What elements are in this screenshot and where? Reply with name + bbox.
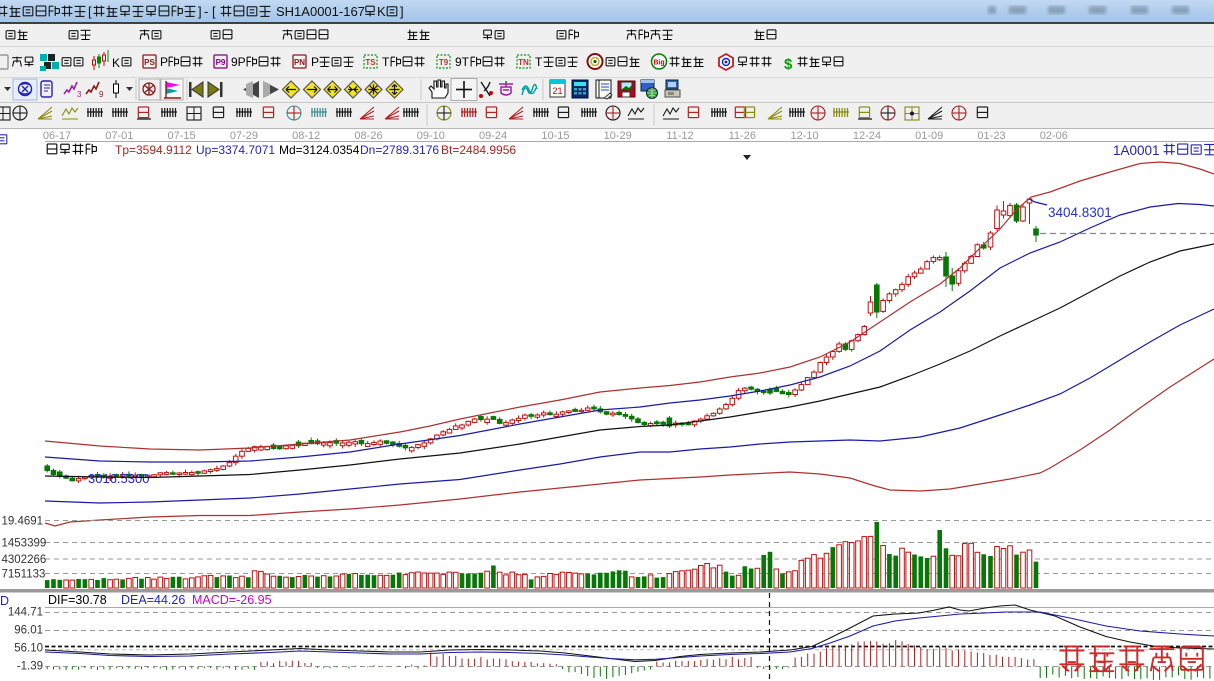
svg-text:07-01: 07-01: [105, 130, 133, 142]
svg-text:07-15: 07-15: [168, 130, 196, 142]
svg-text:1A0001: 1A0001: [1113, 143, 1160, 158]
svg-text:MACD=-26.95: MACD=-26.95: [192, 593, 272, 607]
svg-text:Md=3124.0354: Md=3124.0354: [279, 143, 360, 157]
svg-text:4302266: 4302266: [2, 554, 47, 566]
svg-text:T: T: [535, 55, 543, 69]
svg-text:9T: 9T: [455, 55, 470, 69]
svg-text:DIF=30.78: DIF=30.78: [48, 593, 107, 607]
svg-text:144.71: 144.71: [8, 607, 43, 619]
svg-text:- [: - [: [204, 4, 216, 19]
svg-text:T: T: [382, 55, 390, 69]
svg-text:3404.8301: 3404.8301: [1048, 205, 1112, 220]
svg-text:10-29: 10-29: [604, 130, 632, 142]
svg-text:56.10: 56.10: [14, 643, 43, 655]
svg-text:11-26: 11-26: [729, 130, 756, 142]
svg-text:08-12: 08-12: [292, 130, 320, 142]
svg-text:$: $: [784, 56, 793, 73]
svg-text:1453399: 1453399: [2, 538, 47, 550]
svg-text:09-10: 09-10: [417, 130, 445, 142]
svg-text:09-24: 09-24: [479, 130, 507, 142]
svg-text:Up=3374.7071: Up=3374.7071: [196, 143, 275, 157]
svg-text:SH1A0001-167: SH1A0001-167: [276, 4, 365, 19]
svg-text:9P: 9P: [231, 55, 246, 69]
svg-text:3: 3: [77, 90, 82, 99]
svg-text:01-09: 01-09: [915, 130, 943, 142]
svg-text:01-23: 01-23: [977, 130, 1005, 142]
svg-text:21: 21: [552, 86, 562, 96]
svg-text:96.01: 96.01: [14, 625, 43, 637]
svg-text:]: ]: [198, 4, 202, 19]
svg-text:Bt=2484.9956: Bt=2484.9956: [441, 143, 516, 157]
svg-text:10-15: 10-15: [541, 130, 569, 142]
svg-text:12-10: 12-10: [791, 130, 819, 142]
svg-text:Big: Big: [653, 60, 664, 67]
svg-text:12-24: 12-24: [853, 130, 881, 142]
svg-text:DEA=44.26: DEA=44.26: [121, 593, 185, 607]
svg-text:7151133: 7151133: [2, 569, 46, 581]
svg-text:9: 9: [99, 90, 104, 99]
svg-text:11-12: 11-12: [666, 130, 693, 142]
svg-text:08-26: 08-26: [354, 130, 382, 142]
svg-text:19.4691: 19.4691: [2, 516, 44, 528]
svg-text:06-17: 06-17: [43, 130, 71, 142]
svg-text:TS: TS: [365, 58, 376, 67]
svg-text:P: P: [160, 55, 168, 69]
svg-text:[: [: [88, 4, 92, 19]
svg-text:K: K: [377, 4, 386, 19]
svg-text:02-06: 02-06: [1040, 130, 1068, 142]
svg-text:P9: P9: [216, 58, 226, 67]
svg-text:K: K: [112, 56, 120, 70]
svg-text:Dn=2789.3176: Dn=2789.3176: [360, 143, 439, 157]
svg-text:-1.39: -1.39: [17, 661, 43, 673]
svg-text:Tp=3594.9112: Tp=3594.9112: [115, 143, 192, 157]
svg-text:07-29: 07-29: [230, 130, 258, 142]
svg-text:3016.5300: 3016.5300: [88, 471, 149, 486]
svg-text:TN: TN: [518, 58, 529, 67]
svg-text:PS: PS: [144, 58, 155, 67]
svg-text:PN: PN: [294, 58, 305, 67]
svg-text:]: ]: [400, 4, 404, 19]
svg-text:T9: T9: [439, 58, 449, 67]
svg-text:P: P: [311, 55, 319, 69]
